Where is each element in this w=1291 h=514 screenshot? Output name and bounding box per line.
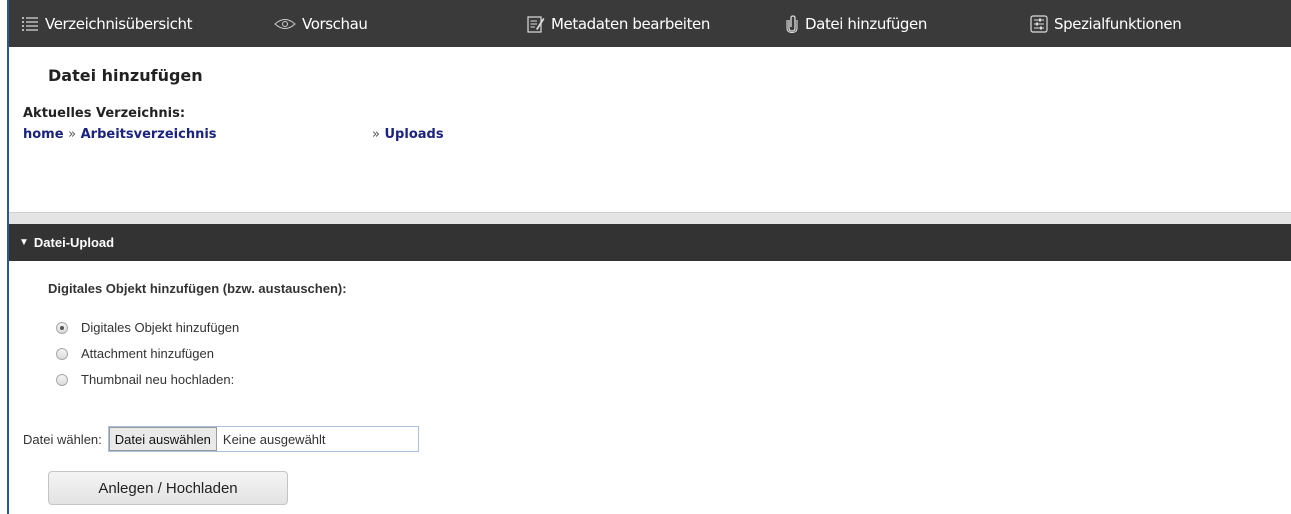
- radio-button[interactable]: [56, 321, 68, 334]
- radio-button[interactable]: [56, 347, 68, 360]
- breadcrumb-uploads[interactable]: Uploads: [385, 127, 444, 142]
- toolbar-label: Verzeichnisübersicht: [45, 14, 193, 33]
- toolbar-label: Vorschau: [302, 14, 368, 33]
- breadcrumb-work-directory[interactable]: Arbeitsverzeichnis: [81, 127, 217, 142]
- breadcrumb-separator: »: [372, 127, 380, 142]
- toolbar-label: Metadaten bearbeiten: [551, 14, 710, 33]
- option-digital-object[interactable]: Digitales Objekt hinzufügen: [56, 320, 239, 335]
- file-label: Datei wählen:: [23, 431, 102, 447]
- breadcrumb-tail: » Uploads: [372, 127, 444, 142]
- edit-icon: [527, 15, 545, 33]
- current-directory-label: Aktuelles Verzeichnis:: [23, 106, 186, 121]
- app-frame: Verzeichnisübersicht Vorschau Metadaten …: [7, 0, 1291, 514]
- breadcrumb-separator: »: [68, 127, 77, 142]
- upload-submit-button[interactable]: Anlegen / Hochladen: [48, 471, 288, 505]
- toolbar-item-add-file[interactable]: Datei hinzufügen: [785, 0, 927, 47]
- breadcrumb-home[interactable]: home: [23, 127, 64, 142]
- option-thumbnail[interactable]: Thumbnail neu hochladen:: [56, 372, 234, 387]
- choose-file-button[interactable]: Datei auswählen: [108, 427, 217, 451]
- sliders-icon: [1030, 14, 1048, 33]
- option-label: Digitales Objekt hinzufügen: [81, 320, 240, 335]
- toolbar-label: Spezialfunktionen: [1054, 14, 1182, 33]
- panel-header-file-upload[interactable]: ▼ Datei-Upload: [9, 224, 1291, 261]
- file-status: Keine ausgewählt: [222, 431, 326, 447]
- breadcrumb: home » Arbeitsverzeichnis: [23, 127, 217, 142]
- option-attachment[interactable]: Attachment hinzufügen: [56, 346, 214, 361]
- toolbar-item-overview[interactable]: Verzeichnisübersicht: [21, 0, 192, 47]
- paperclip-icon: [785, 14, 799, 33]
- page-title: Datei hinzufügen: [48, 66, 203, 85]
- top-toolbar: Verzeichnisübersicht Vorschau Metadaten …: [9, 0, 1291, 47]
- collapse-triangle-icon: ▼: [19, 237, 29, 248]
- eye-icon: [274, 18, 296, 30]
- toolbar-item-edit-metadata[interactable]: Metadaten bearbeiten: [527, 0, 710, 47]
- option-label: Thumbnail neu hochladen:: [81, 372, 235, 387]
- radio-button[interactable]: [56, 373, 68, 386]
- option-label: Attachment hinzufügen: [81, 346, 214, 361]
- list-icon: [21, 15, 39, 33]
- toolbar-item-special-functions[interactable]: Spezialfunktionen: [1030, 0, 1182, 47]
- toolbar-label: Datei hinzufügen: [805, 14, 927, 33]
- file-input[interactable]: Datei auswählen Keine ausgewählt: [107, 426, 419, 452]
- toolbar-item-preview[interactable]: Vorschau: [274, 0, 368, 47]
- section-label: Digitales Objekt hinzufügen (bzw. austau…: [48, 281, 347, 296]
- file-chooser-row: Datei wählen: Datei auswählen Keine ausg…: [23, 426, 419, 452]
- panel-title: Datei-Upload: [33, 235, 115, 250]
